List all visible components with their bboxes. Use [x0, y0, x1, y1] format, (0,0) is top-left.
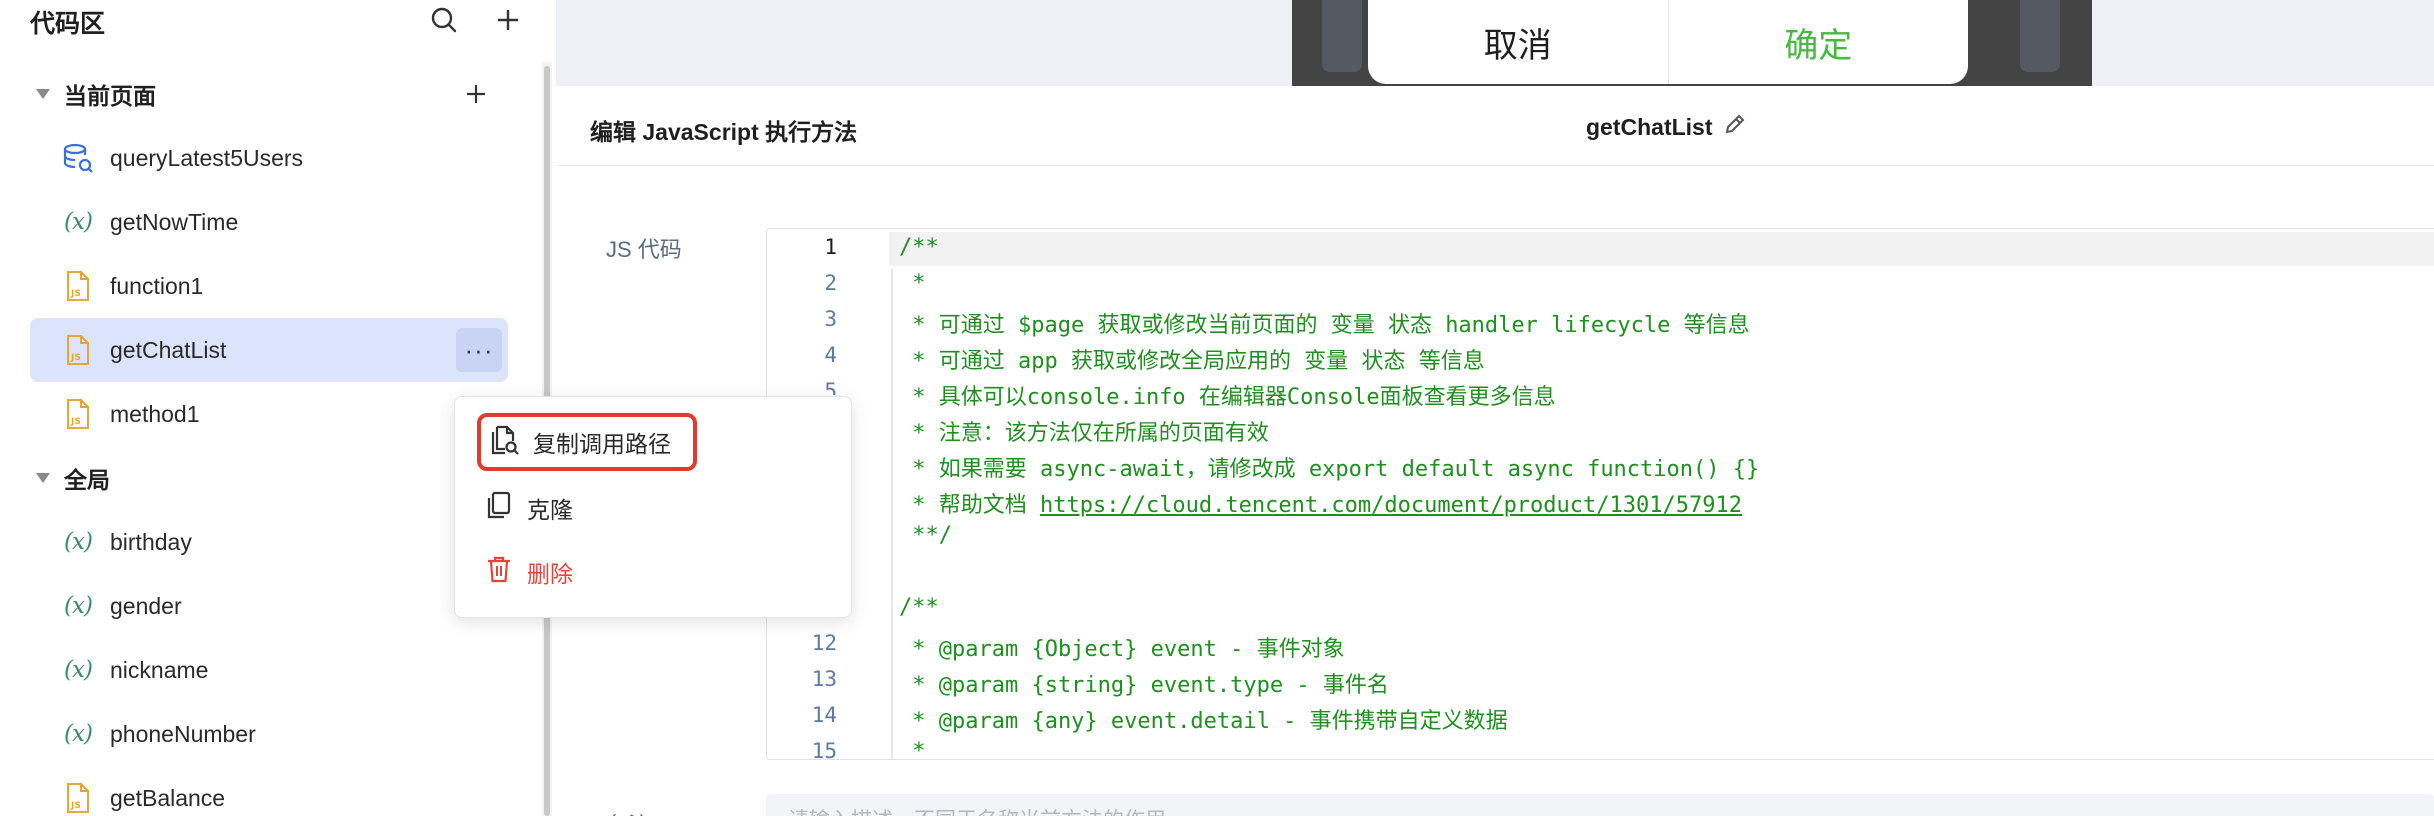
line-number: 13 — [811, 667, 837, 691]
line-number: 15 — [811, 739, 837, 760]
list-item-label: method1 — [110, 400, 200, 427]
group-global[interactable]: 全局 — [36, 458, 110, 498]
variable-icon: (x) — [64, 593, 93, 619]
add-icon[interactable] — [492, 4, 524, 36]
copy-path-icon — [489, 423, 519, 461]
list-item-label: getChatList — [110, 336, 227, 363]
backdrop-panel-right — [2020, 0, 2060, 72]
js-code-label: JS 代码 — [606, 237, 682, 262]
variable-icon: (x) — [64, 657, 93, 683]
trash-icon — [485, 554, 513, 590]
code-line: * 如果需要 async-await，请修改成 export default a… — [899, 457, 1760, 482]
list-item-label: gender — [110, 592, 182, 619]
list-item-function1[interactable]: JS function1 — [30, 254, 508, 318]
database-query-icon — [60, 140, 96, 176]
line-number: 14 — [811, 703, 837, 727]
js-file-icon: JS — [60, 780, 96, 816]
js-file-icon: JS — [60, 332, 96, 368]
list-item-label: getNowTime — [110, 208, 239, 235]
remark-input[interactable]: 请输入描述，不同于名称当前方法的作用 — [766, 794, 2434, 816]
line-number: 5 — [824, 379, 837, 395]
group-label: 全局 — [64, 467, 110, 493]
code-line-text: * 帮助文档 — [899, 493, 1040, 518]
cancel-button[interactable]: 取消 — [1368, 0, 1669, 84]
line-number: 2 — [824, 271, 837, 295]
code-line: * @param {string} event.type - 事件名 — [899, 673, 1389, 698]
variable-icon: (x) — [64, 721, 93, 747]
line-number: 12 — [811, 631, 837, 655]
svg-text:JS: JS — [70, 353, 81, 363]
code-line: * — [899, 739, 926, 760]
editor-title: 编辑 JavaScript 执行方法 — [590, 119, 858, 145]
action-sheet: 取消 确定 — [1368, 0, 1968, 84]
clone-icon — [485, 490, 513, 526]
menu-item-label: 删除 — [527, 561, 573, 587]
code-line: /** — [899, 595, 939, 620]
sidebar-title: 代码区 — [30, 10, 106, 38]
svg-text:JS: JS — [70, 801, 81, 811]
caret-down-icon — [36, 89, 50, 99]
code-line: * 可通过 app 获取或修改全局应用的 变量 状态 等信息 — [899, 349, 1485, 374]
code-line: * 可通过 $page 获取或修改当前页面的 变量 状态 handler lif… — [899, 313, 1750, 338]
indent-guide — [891, 269, 893, 759]
code-editor[interactable]: 1 2 3 4 5 12 13 14 15 /** * * 可通过 $page … — [766, 228, 2434, 760]
more-options-button[interactable]: ··· — [456, 328, 502, 372]
list-item-nickname[interactable]: (x) nickname — [30, 638, 508, 702]
svg-text:JS: JS — [70, 289, 81, 299]
code-line: **/ — [899, 523, 952, 548]
code-line-help: * 帮助文档 https://cloud.tencent.com/documen… — [899, 487, 1742, 519]
line-number: 3 — [824, 307, 837, 331]
add-method-icon[interactable] — [460, 78, 492, 110]
code-line: * @param {Object} event - 事件对象 — [899, 637, 1345, 662]
line-number: 4 — [824, 343, 837, 367]
list-item-phoneNumber[interactable]: (x) phoneNumber — [30, 702, 508, 766]
code-line: * 具体可以console.info 在编辑器Console面板查看更多信息 — [899, 385, 1556, 410]
confirm-button[interactable]: 确定 — [1669, 0, 1969, 84]
code-line: * @param {any} event.detail - 事件携带自定义数据 — [899, 709, 1508, 734]
group-label: 当前页面 — [64, 83, 156, 109]
function-name[interactable]: getChatList — [1586, 112, 1747, 142]
editor-header: 编辑 JavaScript 执行方法 getChatList — [556, 86, 2434, 166]
search-icon[interactable] — [428, 4, 460, 36]
list-item-label: birthday — [110, 528, 192, 555]
list-item-label: queryLatest5Users — [110, 144, 304, 171]
context-menu: 复制调用路径 克隆 删除 — [454, 396, 852, 618]
code-line: * — [899, 271, 926, 296]
menu-item-clone[interactable]: 克隆 — [475, 479, 573, 537]
menu-item-label: 复制调用路径 — [533, 431, 671, 457]
list-item-getBalance[interactable]: JS getBalance — [30, 766, 508, 816]
variable-icon: (x) — [64, 529, 93, 555]
list-item-gender[interactable]: (x) gender — [30, 574, 508, 638]
menu-item-copy-call-path[interactable]: 复制调用路径 — [477, 413, 697, 471]
backdrop-panel-left — [1322, 0, 1362, 72]
code-line: * 注意：该方法仅在所属的页面有效 — [899, 421, 1269, 446]
current-line-highlight — [767, 232, 2434, 266]
variable-icon: (x) — [64, 209, 93, 235]
list-item-queryLatest5Users[interactable]: queryLatest5Users — [30, 126, 508, 190]
list-item-getNowTime[interactable]: (x) getNowTime — [30, 190, 508, 254]
list-item-label: phoneNumber — [110, 720, 256, 747]
list-item-label: getBalance — [110, 784, 226, 811]
list-item-getChatList[interactable]: JS getChatList ··· — [30, 318, 508, 382]
js-file-icon: JS — [60, 268, 96, 304]
caret-down-icon — [36, 473, 50, 483]
edit-pencil-icon[interactable] — [1723, 112, 1747, 142]
menu-item-delete[interactable]: 删除 — [475, 543, 573, 601]
list-item-label: nickname — [110, 656, 209, 683]
remark-placeholder: 请输入描述，不同于名称当前方法的作用 — [788, 804, 1166, 816]
function-name-text: getChatList — [1586, 113, 1713, 140]
help-doc-link[interactable]: https://cloud.tencent.com/document/produ… — [1040, 493, 1742, 518]
line-number: 1 — [824, 235, 837, 259]
menu-item-label: 克隆 — [527, 497, 573, 523]
remark-label: 备注 — [606, 808, 650, 816]
group-current-page[interactable]: 当前页面 — [36, 74, 156, 114]
list-item-label: function1 — [110, 272, 204, 299]
list-item-method1[interactable]: JS method1 — [30, 382, 508, 446]
list-item-birthday[interactable]: (x) birthday — [30, 510, 508, 574]
code-line: /** — [899, 235, 939, 260]
svg-text:JS: JS — [70, 417, 81, 427]
js-file-icon: JS — [60, 396, 96, 432]
